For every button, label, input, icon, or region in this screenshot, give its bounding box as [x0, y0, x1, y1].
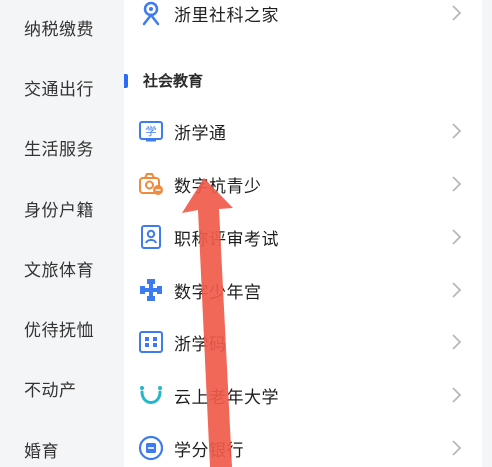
list-item-label: 云上老年大学 — [174, 388, 279, 408]
sidebar-item-culture-sports[interactable]: 文旅体育 — [24, 256, 94, 281]
sidebar-item-marriage[interactable]: 婚育 — [24, 437, 59, 462]
category-sidebar: 纳税缴费 交通出行 生活服务 身份户籍 文旅体育 优待抚恤 不动产 婚育 — [0, 0, 124, 467]
list-item-label: 数字少年宫 — [174, 283, 262, 303]
list-item-cloud-senior-university[interactable]: 云上老年大学 — [124, 369, 482, 421]
id-card-icon — [141, 225, 161, 249]
list-item-label: 数字杭青少 — [174, 177, 262, 197]
list-item-credit-bank[interactable]: 学分银行 — [124, 422, 482, 467]
chevron-right-icon — [452, 440, 462, 456]
list-item-zhexuema[interactable]: 浙学码 — [124, 316, 482, 368]
list-item-label: 学分银行 — [174, 441, 244, 461]
puzzle-icon — [140, 279, 162, 301]
chevron-right-icon — [452, 282, 462, 298]
list-item-digital-youth-palace[interactable]: 数字少年宫 — [124, 264, 482, 316]
sidebar-item-life-services[interactable]: 生活服务 — [24, 135, 94, 160]
chevron-right-icon — [452, 387, 462, 403]
section-accent-bar — [124, 74, 128, 88]
youth-camera-icon — [139, 173, 163, 195]
list-item-label: 浙学码 — [174, 335, 227, 355]
study-book-icon: 学 — [139, 121, 163, 142]
sidebar-item-transport[interactable]: 交通出行 — [24, 75, 94, 100]
chevron-right-icon — [452, 229, 462, 245]
svg-text:学: 学 — [146, 124, 157, 138]
sidebar-item-preferential[interactable]: 优待抚恤 — [24, 316, 94, 341]
list-item-zhexuetong[interactable]: 学 浙学通 — [124, 105, 482, 157]
list-item-social-science-home[interactable]: 浙里社科之家 — [124, 0, 482, 39]
list-item-digital-hz-youth[interactable]: 数字杭青少 — [124, 158, 482, 210]
chevron-right-icon — [452, 334, 462, 350]
list-item-title-review-exam[interactable]: 职称评审考试 — [124, 211, 482, 263]
chevron-right-icon — [452, 176, 462, 192]
sidebar-item-tax[interactable]: 纳税缴费 — [24, 15, 94, 40]
list-item-label: 浙里社科之家 — [174, 6, 279, 26]
service-list-panel: 浙里社科之家 社会教育 学 浙学通 数字杭青少 职称评审考试 数字少年宫 浙学码… — [124, 0, 482, 467]
chevron-right-icon — [452, 5, 462, 21]
smile-arc-icon — [140, 386, 162, 404]
sidebar-item-identity[interactable]: 身份户籍 — [24, 196, 94, 221]
qr-code-icon — [139, 331, 163, 353]
bank-badge-icon — [138, 435, 164, 461]
sidebar-item-real-estate[interactable]: 不动产 — [24, 376, 77, 401]
list-item-label: 浙学通 — [174, 124, 227, 144]
list-item-label: 职称评审考试 — [174, 230, 279, 250]
community-icon — [142, 1, 160, 26]
section-title: 社会教育 — [143, 72, 204, 90]
chevron-right-icon — [452, 123, 462, 139]
